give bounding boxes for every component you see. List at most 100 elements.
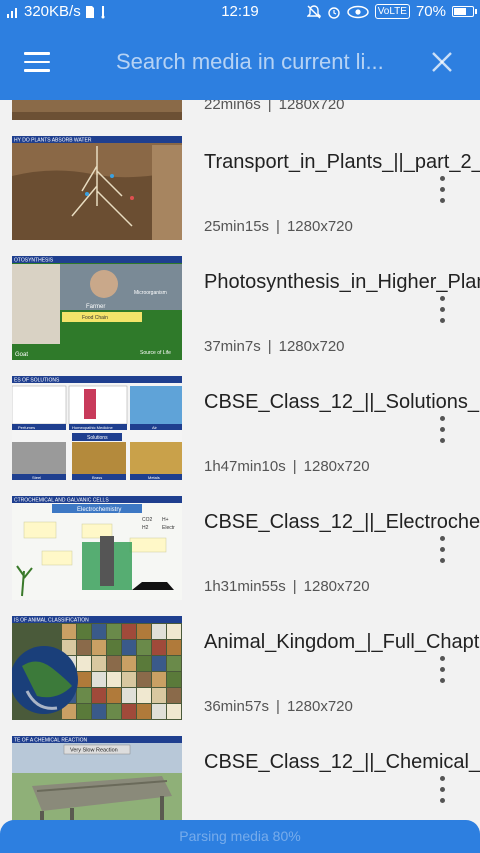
mosaic-tile bbox=[152, 656, 166, 671]
list-item[interactable]: ES OF SOLUTIONS Perfumes Homeopathic Med… bbox=[0, 360, 480, 480]
list-item[interactable]: IS OF ANIMAL CLASSIFICATION Animal_Kingd… bbox=[0, 600, 480, 720]
more-vert-icon[interactable] bbox=[434, 776, 450, 804]
media-list[interactable]: 22min6s | 1280x720 HY DO PLANTS ABSORB WAT… bbox=[0, 100, 480, 853]
item-meta: 1h47min10s | 1280x720 bbox=[204, 458, 370, 475]
list-item[interactable]: OTOSYNTHESIS Food Chain Farmer Microorga… bbox=[0, 240, 480, 360]
item-duration: 1h31min55s bbox=[204, 578, 286, 595]
more-vert-icon[interactable] bbox=[434, 536, 450, 564]
item-resolution: 1280x720 bbox=[303, 578, 370, 595]
item-resolution: 1280x720 bbox=[278, 100, 345, 113]
mosaic-tile bbox=[77, 704, 91, 719]
app-bar bbox=[0, 24, 480, 100]
thumb-label: Electr bbox=[162, 525, 175, 531]
thumb-label: Microorganism bbox=[134, 290, 167, 296]
item-resolution: 1280x720 bbox=[303, 458, 370, 475]
mosaic-tile bbox=[137, 688, 151, 703]
hamburger-menu-icon[interactable] bbox=[24, 52, 50, 72]
more-vert-icon[interactable] bbox=[434, 296, 450, 324]
thumb-caption: IS OF ANIMAL CLASSIFICATION bbox=[14, 618, 89, 624]
thumb-label: Solutions bbox=[87, 435, 108, 441]
mosaic-tile bbox=[122, 656, 136, 671]
parsing-toast: Parsing media 80% bbox=[0, 820, 480, 853]
battery-icon bbox=[452, 6, 477, 17]
status-right: VoLTE 70% bbox=[306, 3, 477, 20]
mosaic-tile bbox=[92, 624, 106, 639]
mosaic-tile bbox=[77, 624, 91, 639]
mosaic-tile bbox=[122, 640, 136, 655]
item-title[interactable]: Transport_in_Plants_||_part_2_||_by_Shik… bbox=[204, 148, 480, 176]
video-thumbnail: HY DO PLANTS ABSORB WATER bbox=[12, 136, 182, 240]
status-bar: 320KB/s 12:19 VoLTE 70% bbox=[0, 0, 480, 24]
mosaic-tile bbox=[107, 672, 121, 687]
mosaic-tile bbox=[167, 688, 181, 703]
mosaic-tile bbox=[77, 672, 91, 687]
mosaic-tile bbox=[167, 656, 181, 671]
mosaic-tile bbox=[107, 624, 121, 639]
list-item[interactable]: HY DO PLANTS ABSORB WATER Transport_in_P… bbox=[0, 120, 480, 240]
more-vert-icon[interactable] bbox=[434, 656, 450, 684]
mosaic-tile bbox=[137, 704, 151, 719]
mosaic-tile bbox=[137, 640, 151, 655]
video-thumbnail: OTOSYNTHESIS Food Chain Farmer Microorga… bbox=[12, 256, 182, 360]
mosaic-tile bbox=[137, 624, 151, 639]
mosaic-tile bbox=[167, 672, 181, 687]
thumb-label: Goat bbox=[15, 352, 28, 358]
item-duration: 25min15s bbox=[204, 218, 270, 235]
item-title[interactable]: CBSE_Class_12_||_Chemical_Kinetics_||_Fu… bbox=[204, 748, 480, 776]
mosaic-tile bbox=[152, 704, 166, 719]
mosaic-tile bbox=[137, 672, 151, 687]
video-thumbnail: ES OF SOLUTIONS Perfumes Homeopathic Med… bbox=[12, 376, 182, 480]
thumb-label: Homeopathic Medicine bbox=[72, 425, 113, 430]
item-title[interactable]: CBSE_Class_12_||_Electrochemistry_||_Ful… bbox=[204, 508, 480, 536]
alarm-clock-icon bbox=[327, 6, 340, 19]
more-vert-icon[interactable] bbox=[434, 416, 450, 444]
thumb-label: Source of Life bbox=[140, 350, 171, 356]
mosaic-tile bbox=[62, 624, 76, 639]
mosaic-tile bbox=[92, 672, 106, 687]
mosaic-tile bbox=[122, 624, 136, 639]
close-icon[interactable] bbox=[430, 50, 454, 74]
item-meta: 25min15s | 1280x720 bbox=[204, 218, 353, 235]
thumb-caption: HY DO PLANTS ABSORB WATER bbox=[14, 138, 92, 144]
thumb-label: Air bbox=[152, 425, 158, 430]
thumb-caption: CTROCHEMICAL AND GALVANIC CELLS bbox=[14, 498, 109, 504]
mosaic-tile bbox=[167, 704, 181, 719]
mosaic-tile bbox=[92, 640, 106, 655]
mosaic-tile bbox=[167, 624, 181, 639]
list-item[interactable]: CTROCHEMICAL AND GALVANIC CELLS Electroc… bbox=[0, 480, 480, 600]
mosaic-tile bbox=[77, 640, 91, 655]
item-meta: 37min7s | 1280x720 bbox=[204, 338, 345, 355]
item-title[interactable]: CBSE_Class_12_||_Solutions_||_Full_Chapt… bbox=[204, 388, 480, 416]
more-vert-icon[interactable] bbox=[434, 176, 450, 204]
thumb-label: CO2 bbox=[142, 517, 153, 523]
thumb-caption: ES OF SOLUTIONS bbox=[14, 378, 60, 384]
item-title[interactable]: Photosynthesis_in_Higher_Plants_||_Full_… bbox=[204, 268, 480, 296]
item-resolution: 1280x720 bbox=[286, 218, 353, 235]
mosaic-tile bbox=[92, 704, 106, 719]
item-title[interactable]: Animal_Kingdom_|_Full_Chapter_|_by_Shiks… bbox=[204, 628, 480, 656]
item-meta: 36min57s | 1280x720 bbox=[204, 698, 353, 715]
mosaic-tile bbox=[167, 640, 181, 655]
item-duration: 36min57s bbox=[204, 698, 270, 715]
video-thumbnail: CTROCHEMICAL AND GALVANIC CELLS Electroc… bbox=[12, 496, 182, 600]
item-duration: 22min6s bbox=[204, 100, 261, 113]
mosaic-tile bbox=[152, 624, 166, 639]
video-thumbnail: IS OF ANIMAL CLASSIFICATION bbox=[12, 616, 182, 720]
thumb-label: Very Slow Reaction bbox=[70, 748, 118, 754]
item-duration: 37min7s bbox=[204, 338, 261, 355]
thumb-label: H+ bbox=[162, 517, 169, 523]
thumb-label: Farmer bbox=[86, 304, 105, 310]
item-duration: 1h47min10s bbox=[204, 458, 286, 475]
item-meta: 22min6s | 1280x720 bbox=[204, 100, 345, 113]
thumb-label: Perfumes bbox=[18, 425, 35, 430]
mosaic-tile bbox=[107, 656, 121, 671]
mosaic-tile bbox=[122, 704, 136, 719]
thumb-caption: OTOSYNTHESIS bbox=[14, 258, 54, 264]
thumb-caption: TE OF A CHEMICAL REACTION bbox=[14, 738, 88, 744]
search-input[interactable] bbox=[116, 44, 416, 80]
mosaic-tile bbox=[152, 672, 166, 687]
item-resolution: 1280x720 bbox=[278, 338, 345, 355]
battery-fill bbox=[454, 8, 466, 15]
list-item[interactable]: 22min6s | 1280x720 bbox=[0, 100, 480, 120]
thumb-label: Electrochemistry bbox=[77, 507, 121, 513]
